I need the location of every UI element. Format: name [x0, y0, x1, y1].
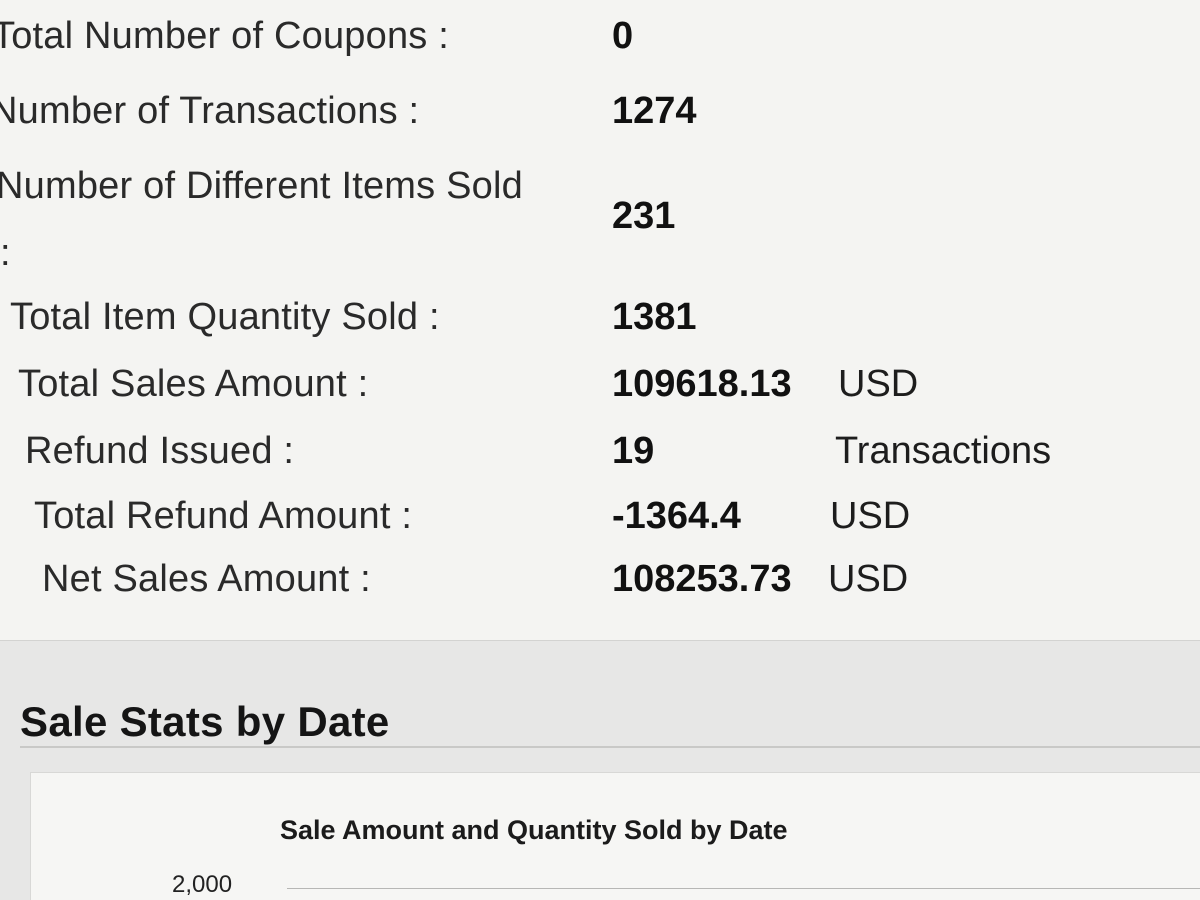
sale-stats-section-title: Sale Stats by Date — [20, 698, 390, 745]
item-quantity-value: 1381 — [612, 296, 697, 338]
different-items-label: Number of Different Items Sold — [0, 165, 523, 207]
sales-amount-label: Total Sales Amount : — [18, 363, 369, 405]
chart-grid-line — [287, 888, 1200, 889]
total-coupons-label: Total Number of Coupons : — [0, 15, 450, 57]
refund-issued-value: 19 — [612, 430, 655, 472]
different-items-label-colon: : — [0, 232, 11, 274]
different-items-value: 231 — [612, 195, 676, 237]
transactions-label: Number of Transactions : — [0, 90, 420, 132]
total-coupons-value: 0 — [612, 15, 634, 57]
net-sales-unit: USD — [828, 558, 909, 600]
section-divider — [20, 746, 1200, 748]
net-sales-label: Net Sales Amount : — [42, 558, 371, 600]
transactions-value: 1274 — [612, 90, 697, 132]
sales-report-screen: Total Number of Coupons : 0 Number of Tr… — [0, 0, 1200, 900]
sales-summary-panel: Total Number of Coupons : 0 Number of Tr… — [0, 0, 1200, 641]
sales-amount-unit: USD — [838, 363, 919, 405]
y-axis-tick-label: 2,000 — [172, 871, 233, 898]
net-sales-value: 108253.73 — [612, 558, 792, 600]
refund-amount-unit: USD — [830, 495, 911, 537]
refund-issued-label: Refund Issued : — [25, 430, 295, 472]
refund-issued-unit: Transactions — [835, 430, 1052, 472]
refund-amount-value: -1364.4 — [612, 495, 741, 537]
refund-amount-label: Total Refund Amount : — [34, 495, 413, 537]
item-quantity-label: Total Item Quantity Sold : — [10, 296, 440, 338]
sales-amount-value: 109618.13 — [612, 363, 792, 405]
chart-title: Sale Amount and Quantity Sold by Date — [280, 815, 788, 845]
